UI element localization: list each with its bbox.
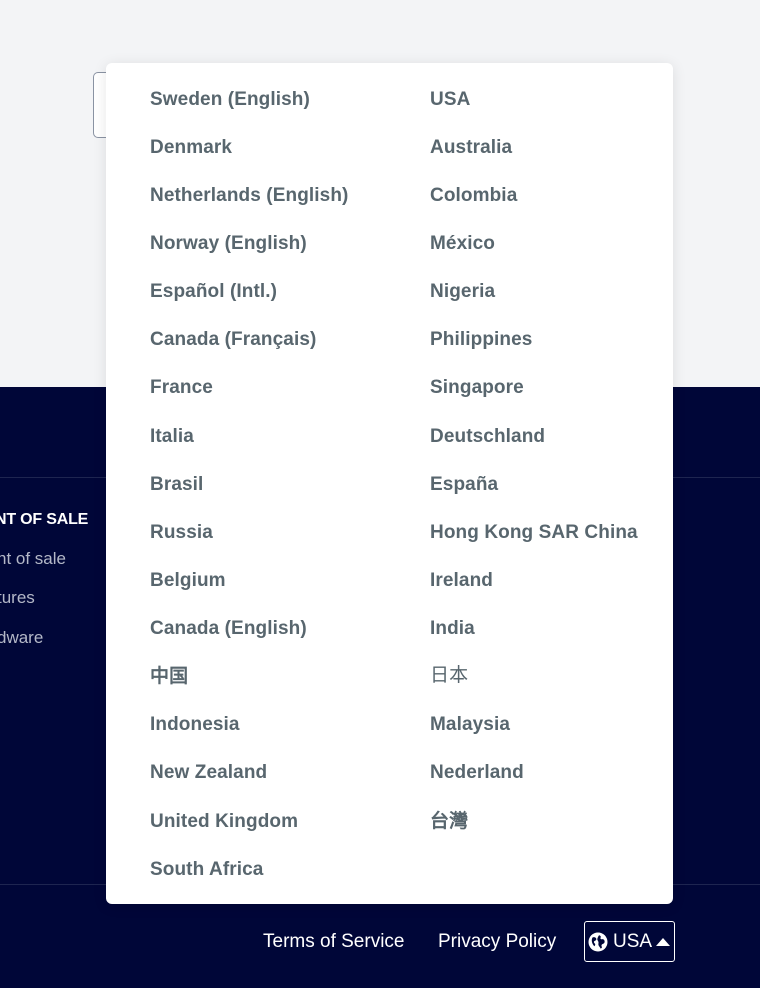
country-option-nederland[interactable]: Nederland [430,761,524,785]
footer-link[interactable]: dware [0,628,43,648]
country-option-france[interactable]: France [150,376,213,400]
country-option-hong-kong[interactable]: Hong Kong SAR China [430,521,638,545]
footer-link[interactable]: tures [0,588,35,608]
country-option-deutschland[interactable]: Deutschland [430,425,545,449]
privacy-policy-link[interactable]: Privacy Policy [438,931,556,953]
country-option-sweden-english[interactable]: Sweden (English) [150,88,310,112]
country-option-denmark[interactable]: Denmark [150,136,232,160]
country-option-malaysia[interactable]: Malaysia [430,713,510,737]
country-option-netherlands-english[interactable]: Netherlands (English) [150,184,348,208]
country-option-nigeria[interactable]: Nigeria [430,280,495,304]
country-option-canada-english[interactable]: Canada (English) [150,617,307,641]
country-option-canada-francais[interactable]: Canada (Français) [150,328,316,352]
country-option-brasil[interactable]: Brasil [150,473,203,497]
country-dropdown-menu: Sweden (English) Denmark Netherlands (En… [106,63,673,904]
country-option-colombia[interactable]: Colombia [430,184,517,208]
country-option-italia[interactable]: Italia [150,425,194,449]
country-option-espana[interactable]: España [430,473,498,497]
country-option-taiwan[interactable]: 台灣 [430,810,468,834]
country-option-belgium[interactable]: Belgium [150,569,226,593]
terms-of-service-link[interactable]: Terms of Service [263,931,404,953]
country-option-south-africa[interactable]: South Africa [150,858,263,882]
country-selector-button[interactable]: USA [584,921,675,962]
country-option-united-kingdom[interactable]: United Kingdom [150,810,298,834]
country-option-china[interactable]: 中国 [150,665,188,689]
country-option-russia[interactable]: Russia [150,521,213,545]
country-selector-label: USA [613,930,653,952]
country-option-ireland[interactable]: Ireland [430,569,493,593]
country-option-indonesia[interactable]: Indonesia [150,713,240,737]
footer-link[interactable]: nt of sale [0,549,66,569]
footer-column-title: NT OF SALE [0,511,89,528]
country-option-usa[interactable]: USA [430,88,470,112]
country-option-norway-english[interactable]: Norway (English) [150,232,307,256]
country-option-philippines[interactable]: Philippines [430,328,532,352]
country-option-mexico[interactable]: México [430,232,495,256]
country-option-japan[interactable]: 日本 [430,664,468,688]
country-option-new-zealand[interactable]: New Zealand [150,761,267,785]
country-option-australia[interactable]: Australia [430,136,512,160]
caret-up-icon [656,937,671,946]
country-option-india[interactable]: India [430,617,475,641]
country-option-espanol-intl[interactable]: Español (Intl.) [150,280,277,304]
globe-icon [588,932,608,952]
country-option-singapore[interactable]: Singapore [430,376,524,400]
